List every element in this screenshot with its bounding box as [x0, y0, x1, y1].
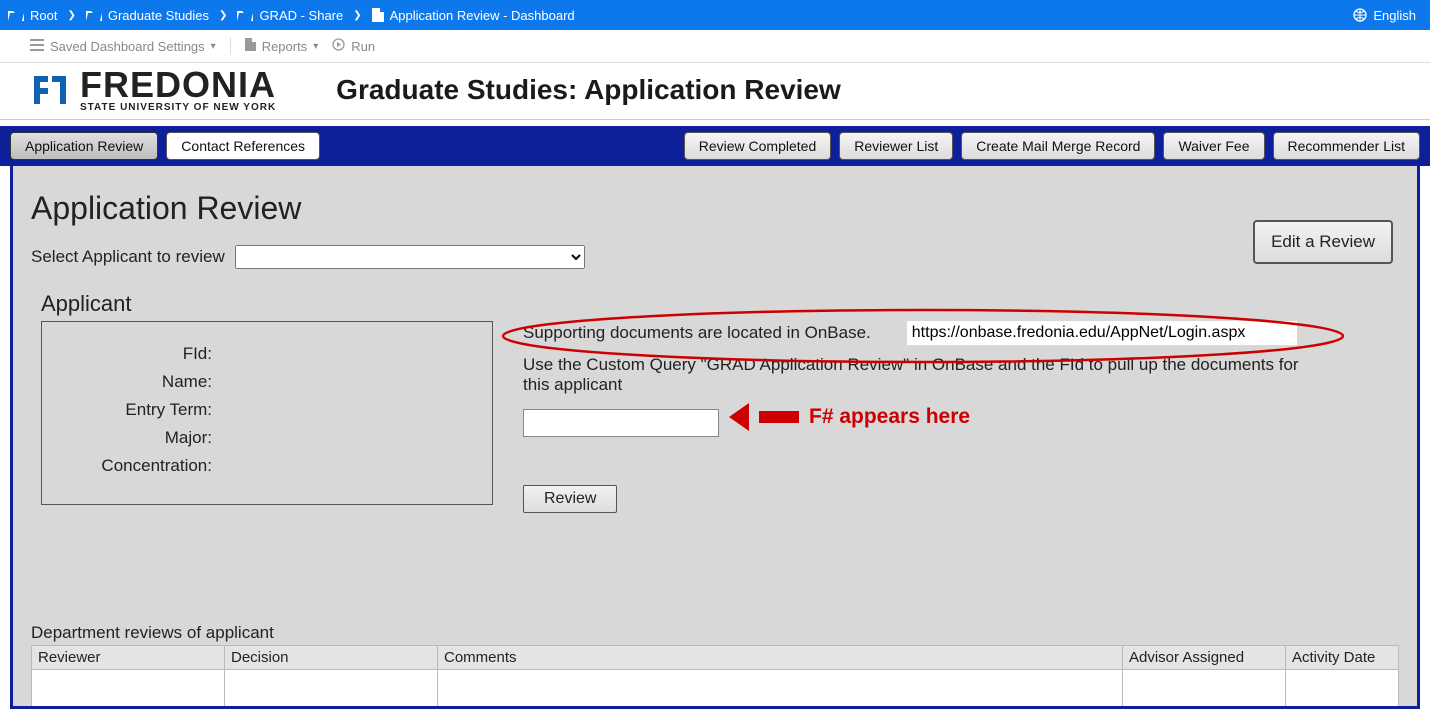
field-label-concentration: Concentration:: [52, 456, 212, 476]
tab-application-review[interactable]: Application Review: [10, 132, 158, 160]
chevron-right-icon: ❯: [219, 10, 227, 21]
language-selector[interactable]: English: [1353, 8, 1422, 23]
onbase-url-field[interactable]: [907, 321, 1297, 345]
col-decision[interactable]: Decision: [225, 646, 438, 670]
review-button[interactable]: Review: [523, 485, 617, 513]
folder-open-icon: [86, 9, 102, 21]
play-circle-icon: [332, 38, 345, 54]
applicant-info-box: FId: Name: Entry Term: Major: Concentrat…: [41, 321, 493, 505]
fid-input[interactable]: [523, 409, 719, 437]
chevron-down-icon: ▾: [313, 41, 318, 52]
breadcrumb: Root ❯ Graduate Studies ❯ GRAD - Share ❯…: [8, 8, 575, 23]
col-comments[interactable]: Comments: [438, 646, 1123, 670]
separator: [230, 37, 231, 55]
select-applicant-row: Select Applicant to review: [31, 245, 1399, 269]
reviewer-list-button[interactable]: Reviewer List: [839, 132, 953, 160]
crumb-root-label: Root: [30, 8, 57, 23]
page-header: FREDONIA STATE UNIVERSITY OF NEW YORK Gr…: [0, 63, 1430, 120]
section-title: Application Review: [31, 190, 1399, 227]
logo-name: FREDONIA: [80, 67, 276, 103]
col-reviewer[interactable]: Reviewer: [32, 646, 225, 670]
table-header-row: Reviewer Decision Comments Advisor Assig…: [32, 646, 1399, 670]
supporting-docs-text: Supporting documents are located in OnBa…: [523, 323, 871, 343]
logo-text: FREDONIA STATE UNIVERSITY OF NEW YORK: [80, 67, 276, 113]
saved-dashboard-settings-label: Saved Dashboard Settings: [50, 39, 205, 54]
crumb-root[interactable]: Root: [8, 8, 57, 23]
col-advisor[interactable]: Advisor Assigned: [1123, 646, 1286, 670]
action-bar: Application Review Contact References Re…: [0, 126, 1430, 166]
supporting-docs-column: Supporting documents are located in OnBa…: [523, 321, 1399, 513]
language-label: English: [1373, 8, 1416, 23]
breadcrumb-bar: Root ❯ Graduate Studies ❯ GRAD - Share ❯…: [0, 0, 1430, 30]
saved-dashboard-settings[interactable]: Saved Dashboard Settings ▾: [30, 39, 216, 54]
fredonia-logo-icon: [30, 70, 70, 110]
chevron-right-icon: ❯: [67, 10, 75, 21]
page-title: Graduate Studies: Application Review: [336, 74, 841, 106]
reviews-section-title: Department reviews of applicant: [31, 623, 1399, 643]
crumb-grad-share[interactable]: GRAD - Share: [237, 8, 343, 23]
run-label: Run: [351, 39, 375, 54]
crumb-dashboard[interactable]: Application Review - Dashboard: [372, 8, 575, 23]
field-label-name: Name:: [52, 372, 212, 392]
edit-review-button[interactable]: Edit a Review: [1253, 220, 1393, 264]
chevron-right-icon: ❯: [353, 10, 361, 21]
crumb-grad-share-label: GRAD - Share: [259, 8, 343, 23]
table-row: [32, 670, 1399, 707]
applicant-select[interactable]: [235, 245, 585, 269]
file-icon: [372, 8, 384, 22]
settings-toolbar: Saved Dashboard Settings ▾ Reports ▾ Run: [0, 30, 1430, 63]
file-icon: [245, 38, 256, 54]
crumb-grad-studies[interactable]: Graduate Studies: [86, 8, 209, 23]
tab-contact-references[interactable]: Contact References: [166, 132, 320, 160]
arrow-left-icon: [729, 403, 749, 431]
select-applicant-label: Select Applicant to review: [31, 247, 225, 267]
create-mail-merge-button[interactable]: Create Mail Merge Record: [961, 132, 1155, 160]
logo-subtitle: STATE UNIVERSITY OF NEW YORK: [80, 103, 276, 113]
field-label-major: Major:: [52, 428, 212, 448]
recommender-list-button[interactable]: Recommender List: [1273, 132, 1421, 160]
reports-label: Reports: [262, 39, 308, 54]
main-panel: Application Review Edit a Review Select …: [10, 166, 1420, 709]
reviews-table: Reviewer Decision Comments Advisor Assig…: [31, 645, 1399, 706]
crumb-grad-studies-label: Graduate Studies: [108, 8, 209, 23]
field-label-fid: FId:: [52, 344, 212, 364]
annotation-arrow: F# appears here: [729, 403, 970, 431]
waiver-fee-button[interactable]: Waiver Fee: [1163, 132, 1264, 160]
run-button[interactable]: Run: [332, 38, 375, 54]
reports-dropdown[interactable]: Reports ▾: [245, 38, 319, 54]
folder-open-icon: [8, 9, 24, 21]
chevron-down-icon: ▾: [211, 41, 216, 52]
list-icon: [30, 39, 44, 54]
applicant-heading: Applicant: [41, 291, 1399, 317]
col-activity-date[interactable]: Activity Date: [1286, 646, 1399, 670]
crumb-dashboard-label: Application Review - Dashboard: [390, 8, 575, 23]
custom-query-instruction: Use the Custom Query "GRAD Application R…: [523, 355, 1303, 395]
fredonia-logo: FREDONIA STATE UNIVERSITY OF NEW YORK: [30, 67, 276, 113]
folder-open-icon: [237, 9, 253, 21]
annotation-text: F# appears here: [809, 405, 970, 429]
field-label-entry-term: Entry Term:: [52, 400, 212, 420]
globe-icon: [1353, 8, 1367, 22]
review-completed-button[interactable]: Review Completed: [684, 132, 832, 160]
